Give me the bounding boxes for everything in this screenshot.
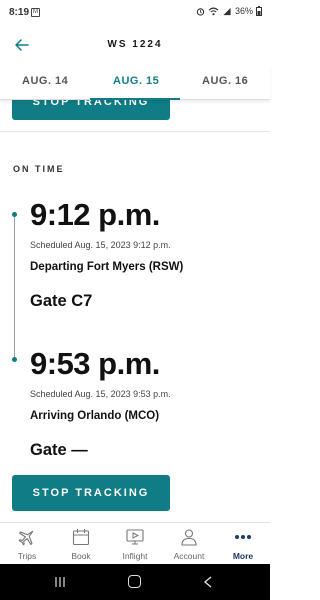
notification-icon: M [31, 8, 40, 17]
wifi-icon [208, 7, 219, 15]
person-icon [181, 529, 197, 546]
nav-more[interactable]: More [216, 523, 270, 565]
section-divider [0, 131, 270, 132]
tab-aug-16[interactable]: AUG. 16 [202, 75, 248, 87]
arrival-time: 9:53 p.m. [30, 346, 160, 381]
calendar-icon [72, 529, 90, 546]
departure-city: Departing Fort Myers (RSW) [30, 261, 184, 273]
departure-time: 9:12 p.m. [30, 197, 160, 232]
flight-status-label: ON TIME [13, 164, 65, 174]
tab-aug-14[interactable]: AUG. 14 [22, 75, 68, 87]
nav-account-label: Account [173, 551, 205, 561]
app-header: WS 1224 [0, 26, 270, 66]
nav-inflight-label: Inflight [122, 551, 148, 561]
status-bar: 8:19 M 36% [0, 0, 270, 26]
arrival-scheduled: Scheduled Aug. 15, 2023 9:53 p.m. [30, 389, 171, 399]
departure-gate: Gate C7 [30, 292, 93, 310]
plane-icon [18, 530, 34, 546]
flight-number-title: WS 1224 [107, 39, 163, 50]
battery-percent: 36% [234, 6, 253, 16]
stop-tracking-button[interactable]: STOP TRACKING [12, 475, 170, 511]
nav-book-label: Book [71, 551, 91, 561]
arrival-gate: Gate — [30, 441, 88, 459]
nav-inflight[interactable]: Inflight [108, 523, 162, 565]
date-tabs: AUG. 14 AUG. 15 AUG. 16 [0, 66, 270, 100]
status-time: 8:19 [9, 7, 30, 18]
more-dots-icon [235, 535, 251, 539]
arrival-timeline-dot [12, 357, 17, 362]
nav-account[interactable]: Account [162, 523, 216, 565]
battery-icon [256, 6, 262, 16]
departure-timeline-dot [12, 212, 17, 217]
nav-trips[interactable]: Trips [0, 523, 54, 565]
signal-icon [223, 7, 231, 15]
alarm-icon [196, 7, 205, 16]
nav-trips-label: Trips [17, 551, 37, 561]
nav-more-label: More [232, 551, 254, 561]
status-icons: 36% [196, 6, 262, 16]
system-back-icon[interactable] [203, 576, 213, 588]
tab-aug-15[interactable]: AUG. 15 [113, 75, 159, 87]
bottom-navigation: Trips Book Inflight Account More [0, 522, 270, 564]
recents-icon[interactable] [54, 576, 66, 588]
arrival-city: Arriving Orlando (MCO) [30, 410, 160, 422]
system-navigation-bar [0, 564, 270, 600]
nav-book[interactable]: Book [54, 523, 108, 565]
departure-scheduled: Scheduled Aug. 15, 2023 9:12 p.m. [30, 240, 171, 250]
inflight-screen-icon [126, 529, 144, 545]
active-tab-indicator [90, 98, 180, 100]
home-icon[interactable] [128, 575, 141, 588]
timeline-line [14, 216, 15, 358]
